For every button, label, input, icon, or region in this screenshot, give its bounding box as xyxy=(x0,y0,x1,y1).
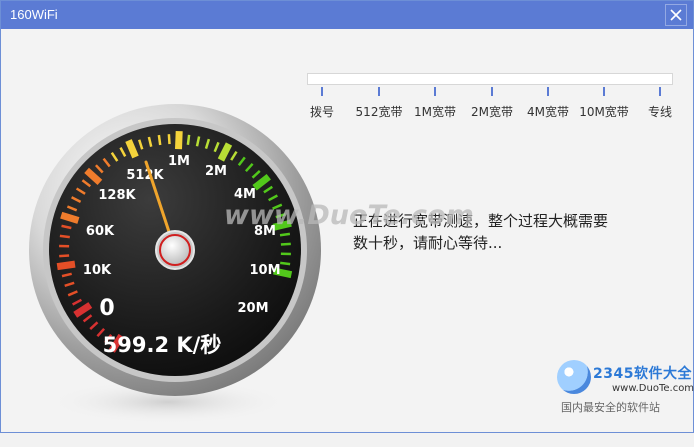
scale-label-1m: 1M宽带 xyxy=(414,103,456,120)
scale-label-512k: 512宽带 xyxy=(356,103,403,120)
watermark-logo-slogan: 国内最安全的软件站 xyxy=(561,399,660,415)
tick-512k xyxy=(378,87,380,96)
content-area: 010K60K128K512K1M2M4M8M10M20M 599.2 K/秒 … xyxy=(1,29,693,432)
scale-label-10m: 10M宽带 xyxy=(579,103,629,120)
watermark-logo-site: www.DuoTe.com xyxy=(612,383,694,394)
tick-1m xyxy=(434,87,436,96)
gauge-tick xyxy=(59,256,69,257)
scale-label-4m: 4M宽带 xyxy=(527,103,569,120)
gauge-label: 60K xyxy=(86,224,115,239)
tick-4m xyxy=(547,87,549,96)
watermark-logo-brand: 2345软件大全 xyxy=(593,363,692,383)
scale-label-2m: 2M宽带 xyxy=(471,103,513,120)
tick-10m xyxy=(603,87,605,96)
gauge-tick xyxy=(179,131,180,149)
speed-gauge: 010K60K128K512K1M2M4M8M10M20M 599.2 K/秒 xyxy=(28,84,328,424)
window: 160WiFi xyxy=(0,0,694,433)
watermark-logo: 2345软件大全 www.DuoTe.com 国内最安全的软件站 xyxy=(557,357,692,447)
tick-dedicated xyxy=(659,87,661,96)
gauge-label: 1M xyxy=(168,154,190,169)
scale-label-dialup: 拨号 xyxy=(310,103,334,120)
tick-2m xyxy=(491,87,493,96)
gauge-label: 10K xyxy=(83,263,112,278)
gauge-tick xyxy=(281,244,291,245)
scale-bar xyxy=(307,73,673,85)
status-line-2: 数十秒，请耐心等待... xyxy=(353,232,653,254)
close-button[interactable] xyxy=(665,4,687,26)
gauge-label: 512K xyxy=(126,168,164,183)
scale-label-dedicated: 专线 xyxy=(648,103,672,120)
gauge-tick xyxy=(169,134,170,144)
gauge-label: 0 xyxy=(99,296,114,321)
close-icon xyxy=(670,9,682,21)
watermark-text: www.DuoTe.com xyxy=(224,200,474,231)
gauge-tick xyxy=(188,135,189,145)
gauge-tick xyxy=(280,263,290,264)
bandwidth-scale: 拨号 512宽带 1M宽带 2M宽带 4M宽带 10M宽带 专线 xyxy=(307,73,677,123)
speed-readout: 599.2 K/秒 xyxy=(103,333,222,357)
title-bar: 160WiFi xyxy=(1,1,693,29)
gauge-label: 2M xyxy=(205,164,227,179)
gauge-label: 128K xyxy=(98,188,136,203)
gauge-tick xyxy=(280,234,290,235)
gauge-label: 10M xyxy=(249,263,280,278)
gauge-tick xyxy=(57,264,75,267)
tick-dialup xyxy=(321,87,323,96)
mascot-icon xyxy=(557,360,591,394)
gauge-hub-center xyxy=(160,235,190,265)
gauge-tick xyxy=(159,135,160,145)
window-title: 160WiFi xyxy=(10,7,58,22)
gauge-label: 20M xyxy=(237,301,268,316)
gauge-tick xyxy=(60,236,70,237)
